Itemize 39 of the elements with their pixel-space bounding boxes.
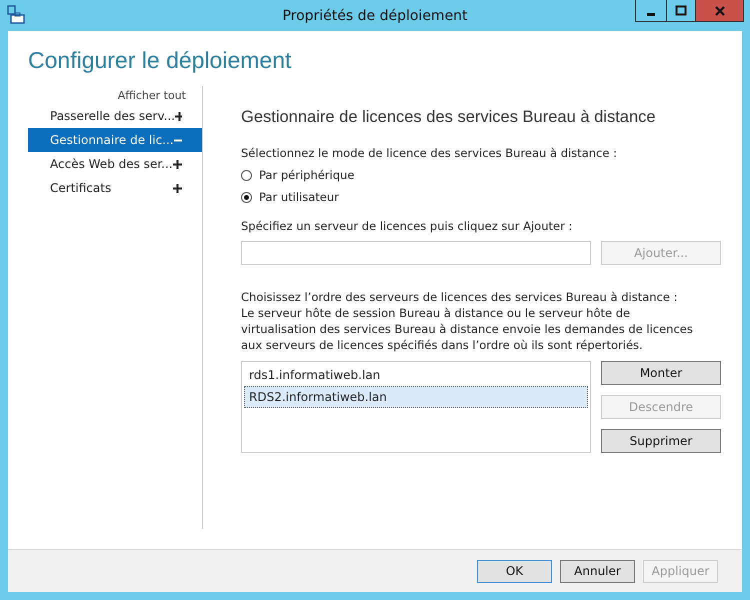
sidebar-item[interactable]: Passerelle des serv... — [28, 104, 202, 128]
close-icon — [714, 6, 724, 16]
ok-button[interactable]: OK — [477, 560, 552, 582]
sidebar-item[interactable]: Accès Web des ser... — [28, 152, 202, 176]
cancel-button[interactable]: Annuler — [560, 560, 635, 582]
plus-icon[interactable] — [175, 112, 182, 120]
plus-icon[interactable] — [173, 160, 182, 168]
radio-button[interactable] — [241, 170, 252, 180]
page-heading: Configurer le déploiement — [27, 46, 292, 75]
server-list[interactable]: rds1.informatiweb.lan RDS2.informatiweb.lan — [241, 361, 591, 453]
radio-button[interactable] — [241, 192, 252, 202]
minimize-button[interactable] — [635, 0, 667, 22]
app-icon — [6, 5, 26, 25]
server-list-item[interactable]: RDS2.informatiweb.lan — [244, 386, 588, 408]
maximize-icon — [675, 5, 687, 16]
sidebar-label: Accès Web des ser... — [50, 157, 173, 171]
sidebar-label: Certificats — [50, 181, 112, 195]
plus-icon[interactable] — [173, 184, 182, 192]
close-button[interactable] — [695, 0, 744, 22]
window-title: Propriétés de déploiement — [282, 8, 468, 24]
order-label: Choisissez l’ordre des serveurs de licences des services Bureau à distance : — [241, 289, 678, 305]
radio-option[interactable]: Par périphérique — [241, 164, 721, 186]
radio-label: Par périphérique — [259, 168, 354, 182]
minimize-icon — [647, 12, 655, 16]
sidebar-item[interactable]: Certificats — [28, 176, 202, 200]
sidebar-label: Passerelle des serv... — [50, 109, 176, 123]
show-all-link[interactable]: Afficher tout — [118, 89, 186, 102]
remove-button[interactable]: Supprimer — [601, 429, 721, 453]
move-up-button[interactable]: Monter — [601, 361, 721, 385]
server-label: Spécifiez un serveur de licences puis cliquez sur Ajouter : — [241, 218, 574, 234]
sidebar-item[interactable]: Gestionnaire de lic... — [28, 128, 202, 152]
mode-label: Sélectionnez le mode de licence des services Bureau à distance : — [241, 145, 618, 161]
radio-label: Par utilisateur — [259, 190, 339, 204]
server-list-item[interactable]: rds1.informatiweb.lan — [244, 364, 588, 386]
server-field[interactable] — [241, 241, 591, 265]
sidebar-label: Gestionnaire de lic... — [50, 133, 174, 147]
section-title: Gestionnaire de licences des services Bureau à distance — [241, 108, 657, 127]
order-description: Le serveur hôte de session Bureau à distance ou le serveur hôte de virtualisation des services Bureau à distance envoie les demandes de licences aux serveurs de licences spécifiés dans l’ordre où ils sont répertoriés. — [241, 305, 694, 353]
radio-option[interactable]: Par utilisateur — [241, 186, 721, 208]
